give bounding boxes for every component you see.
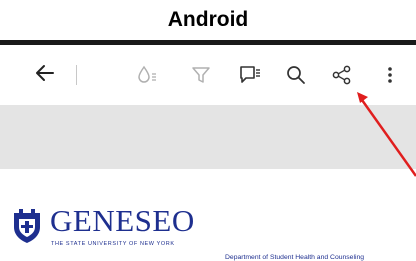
department-label: Department of Student Health and Counsel… [225, 254, 365, 261]
document-gutter [0, 105, 416, 169]
comment-button[interactable] [235, 60, 265, 90]
share-button[interactable] [327, 60, 357, 90]
pdf-viewer-toolbar [0, 45, 416, 105]
back-arrow-icon [36, 65, 54, 81]
back-button[interactable] [30, 58, 60, 88]
comment-icon [240, 66, 260, 83]
filter-button[interactable] [186, 60, 216, 90]
share-icon [332, 65, 351, 85]
ink-button[interactable] [132, 60, 162, 90]
document-page: GENESEO THE STATE UNIVERSITY OF NEW YORK… [0, 169, 416, 261]
more-vertical-icon [388, 67, 392, 83]
search-icon [287, 66, 305, 84]
platform-heading: Android [167, 8, 249, 31]
logo-wordmark: GENESEO [50, 203, 195, 238]
ink-drop-icon [138, 65, 156, 83]
filter-icon [192, 67, 210, 83]
search-button[interactable] [281, 60, 311, 90]
more-options-button[interactable] [375, 60, 405, 90]
toolbar-divider [76, 65, 77, 85]
logo-subtitle: THE STATE UNIVERSITY OF NEW YORK [51, 241, 175, 247]
geneseo-logo-icon [14, 209, 40, 243]
